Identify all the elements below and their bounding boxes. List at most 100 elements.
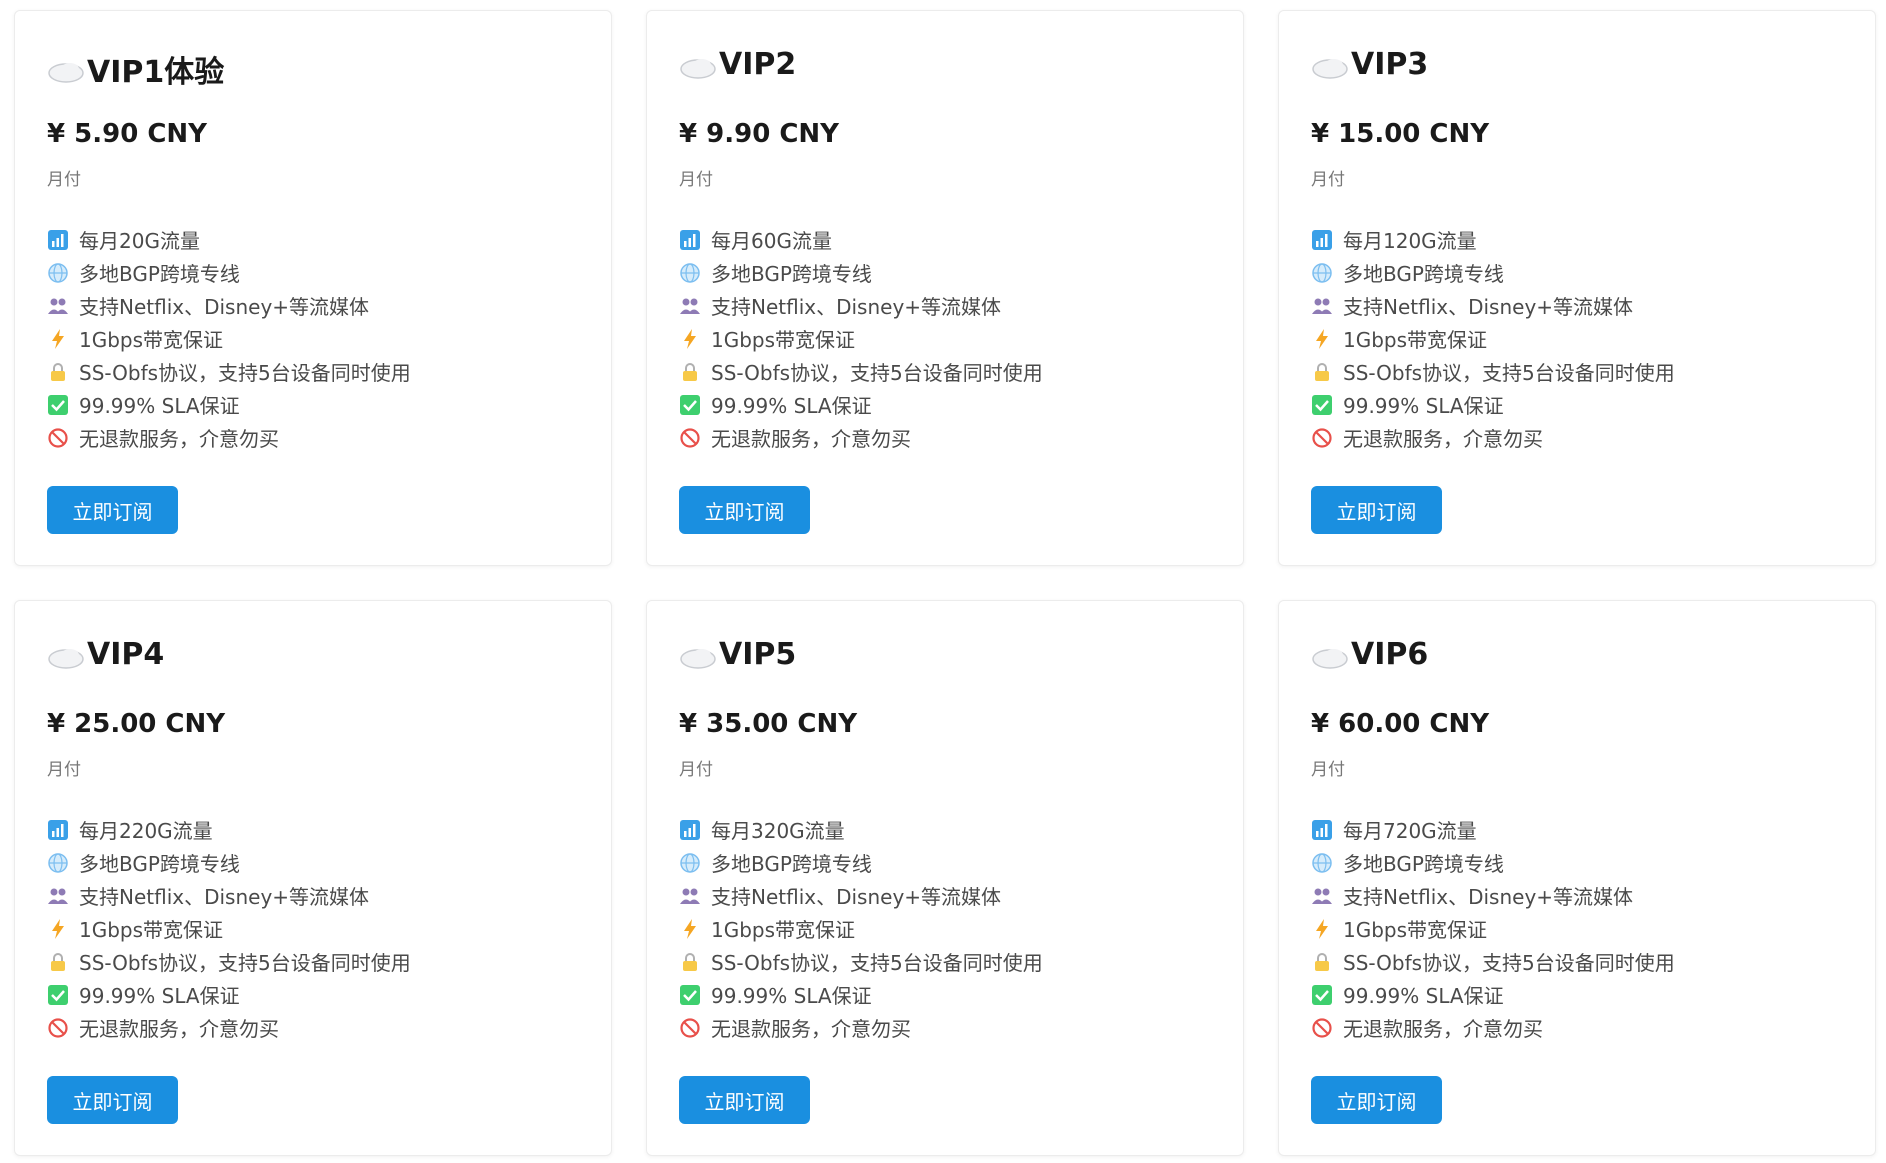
feature-text: 每月20G流量 (79, 229, 200, 253)
globe-icon (47, 262, 69, 284)
subscribe-button[interactable]: 立即订阅 (47, 1076, 178, 1124)
bar-chart-icon (47, 229, 69, 251)
feature-text: SS-Obfs协议，支持5台设备同时使用 (79, 951, 411, 975)
feature-list: 每月120G流量 多地BGP跨境专线 支持Netflix、Disney+等流媒体… (1311, 223, 1675, 454)
lock-icon (679, 361, 701, 383)
feature-traffic: 每月120G流量 (1311, 223, 1675, 256)
check-mark-icon (47, 984, 69, 1006)
plan-price: ¥ 60.00 CNY (1311, 709, 1490, 739)
lightning-icon (1311, 328, 1333, 350)
globe-icon (47, 852, 69, 874)
feature-bgp: 多地BGP跨境专线 (1311, 846, 1675, 879)
subscribe-button[interactable]: 立即订阅 (679, 1076, 810, 1124)
check-mark-icon (1311, 984, 1333, 1006)
feature-sla: 99.99% SLA保证 (1311, 388, 1675, 421)
check-mark-icon (47, 394, 69, 416)
lock-icon (1311, 361, 1333, 383)
lightning-icon (679, 328, 701, 350)
feature-text: 多地BGP跨境专线 (79, 262, 240, 286)
plan-grid: VIP1体验 ¥ 5.90 CNY 月付 每月20G流量 多地BGP跨境专线 支… (0, 0, 1886, 1163)
feature-traffic: 每月220G流量 (47, 813, 411, 846)
feature-list: 每月60G流量 多地BGP跨境专线 支持Netflix、Disney+等流媒体 … (679, 223, 1043, 454)
feature-streaming: 支持Netflix、Disney+等流媒体 (47, 289, 411, 322)
people-icon (47, 295, 69, 317)
feature-refund: 无退款服务，介意勿买 (1311, 421, 1675, 454)
feature-bandwidth: 1Gbps带宽保证 (47, 322, 411, 355)
feature-text: 多地BGP跨境专线 (1343, 262, 1504, 286)
feature-refund: 无退款服务，介意勿买 (47, 421, 411, 454)
feature-streaming: 支持Netflix、Disney+等流媒体 (1311, 289, 1675, 322)
globe-icon (1311, 262, 1333, 284)
prohibited-icon (47, 1017, 69, 1039)
plan-period: 月付 (1311, 170, 1345, 190)
feature-bgp: 多地BGP跨境专线 (679, 846, 1043, 879)
feature-text: SS-Obfs协议，支持5台设备同时使用 (79, 361, 411, 385)
bar-chart-icon (47, 819, 69, 841)
cloud-icon (1311, 53, 1349, 79)
feature-bandwidth: 1Gbps带宽保证 (47, 912, 411, 945)
feature-sla: 99.99% SLA保证 (679, 388, 1043, 421)
check-mark-icon (1311, 394, 1333, 416)
plan-card-vip6: VIP6 ¥ 60.00 CNY 月付 每月720G流量 多地BGP跨境专线 支… (1278, 600, 1876, 1156)
bar-chart-icon (679, 819, 701, 841)
feature-text: 支持Netflix、Disney+等流媒体 (79, 885, 370, 909)
feature-text: 99.99% SLA保证 (1343, 394, 1504, 418)
feature-streaming: 支持Netflix、Disney+等流媒体 (1311, 879, 1675, 912)
subscribe-button[interactable]: 立即订阅 (1311, 486, 1442, 534)
plan-title-text: VIP5 (719, 637, 797, 672)
feature-sla: 99.99% SLA保证 (47, 388, 411, 421)
subscribe-button[interactable]: 立即订阅 (47, 486, 178, 534)
feature-text: 每月120G流量 (1343, 229, 1477, 253)
feature-protocol: SS-Obfs协议，支持5台设备同时使用 (47, 355, 411, 388)
plan-title-text: VIP3 (1351, 47, 1429, 82)
feature-bgp: 多地BGP跨境专线 (679, 256, 1043, 289)
feature-text: SS-Obfs协议，支持5台设备同时使用 (1343, 361, 1675, 385)
feature-text: 每月220G流量 (79, 819, 213, 843)
feature-bandwidth: 1Gbps带宽保证 (679, 912, 1043, 945)
plan-card-vip4: VIP4 ¥ 25.00 CNY 月付 每月220G流量 多地BGP跨境专线 支… (14, 600, 612, 1156)
feature-text: 99.99% SLA保证 (79, 984, 240, 1008)
feature-traffic: 每月320G流量 (679, 813, 1043, 846)
plan-period: 月付 (679, 760, 713, 780)
feature-list: 每月20G流量 多地BGP跨境专线 支持Netflix、Disney+等流媒体 … (47, 223, 411, 454)
subscribe-button[interactable]: 立即订阅 (1311, 1076, 1442, 1124)
feature-text: 每月720G流量 (1343, 819, 1477, 843)
feature-list: 每月220G流量 多地BGP跨境专线 支持Netflix、Disney+等流媒体… (47, 813, 411, 1044)
feature-protocol: SS-Obfs协议，支持5台设备同时使用 (47, 945, 411, 978)
feature-streaming: 支持Netflix、Disney+等流媒体 (47, 879, 411, 912)
plan-title: VIP4 (47, 637, 164, 672)
feature-list: 每月720G流量 多地BGP跨境专线 支持Netflix、Disney+等流媒体… (1311, 813, 1675, 1044)
feature-refund: 无退款服务，介意勿买 (679, 421, 1043, 454)
feature-traffic: 每月60G流量 (679, 223, 1043, 256)
plan-title: VIP6 (1311, 637, 1428, 672)
feature-text: 多地BGP跨境专线 (79, 852, 240, 876)
lightning-icon (1311, 918, 1333, 940)
feature-text: 多地BGP跨境专线 (711, 262, 872, 286)
subscribe-button[interactable]: 立即订阅 (679, 486, 810, 534)
plan-title: VIP5 (679, 637, 796, 672)
feature-bgp: 多地BGP跨境专线 (47, 846, 411, 879)
feature-protocol: SS-Obfs协议，支持5台设备同时使用 (679, 355, 1043, 388)
feature-text: 每月320G流量 (711, 819, 845, 843)
prohibited-icon (679, 427, 701, 449)
prohibited-icon (1311, 1017, 1333, 1039)
cloud-icon (47, 643, 85, 669)
feature-text: 多地BGP跨境专线 (1343, 852, 1504, 876)
cloud-icon (679, 53, 717, 79)
plan-price: ¥ 9.90 CNY (679, 119, 840, 149)
plan-price: ¥ 5.90 CNY (47, 119, 208, 149)
plan-card-vip5: VIP5 ¥ 35.00 CNY 月付 每月320G流量 多地BGP跨境专线 支… (646, 600, 1244, 1156)
feature-text: SS-Obfs协议，支持5台设备同时使用 (1343, 951, 1675, 975)
feature-bandwidth: 1Gbps带宽保证 (679, 322, 1043, 355)
lock-icon (47, 951, 69, 973)
feature-sla: 99.99% SLA保证 (1311, 978, 1675, 1011)
feature-text: 无退款服务，介意勿买 (79, 1017, 279, 1041)
globe-icon (679, 852, 701, 874)
lock-icon (1311, 951, 1333, 973)
people-icon (1311, 295, 1333, 317)
lightning-icon (47, 328, 69, 350)
lock-icon (679, 951, 701, 973)
plan-price: ¥ 15.00 CNY (1311, 119, 1490, 149)
feature-text: SS-Obfs协议，支持5台设备同时使用 (711, 951, 1043, 975)
feature-text: SS-Obfs协议，支持5台设备同时使用 (711, 361, 1043, 385)
